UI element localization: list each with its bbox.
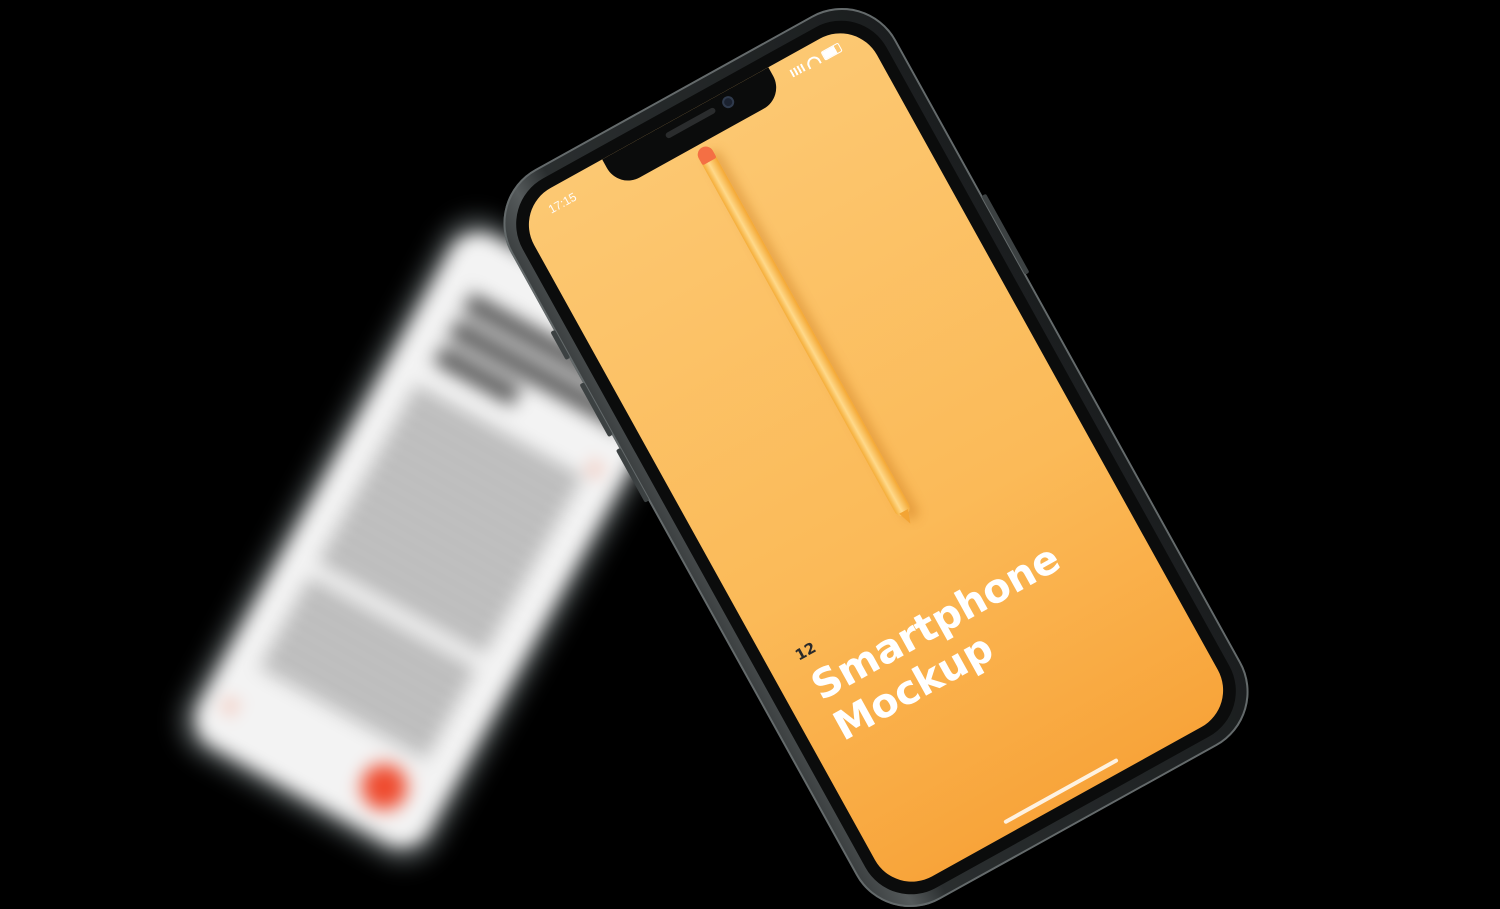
wifi-icon	[804, 54, 822, 70]
pencil-tip	[899, 508, 915, 527]
back-phone-dot	[223, 699, 237, 713]
back-phone-action-button	[353, 755, 416, 819]
screen-title-block: 12 Smartphone Mockup	[792, 515, 1090, 751]
front-camera-icon	[720, 93, 737, 111]
mockup-stage: 17:15 12 Smartphone Mockup	[0, 0, 1500, 909]
pencil-eraser	[694, 143, 717, 166]
signal-icon	[789, 63, 806, 78]
status-time: 17:15	[545, 189, 579, 217]
back-phone-dot	[587, 462, 602, 476]
pencil-illustration	[694, 143, 915, 527]
battery-icon	[820, 42, 843, 61]
